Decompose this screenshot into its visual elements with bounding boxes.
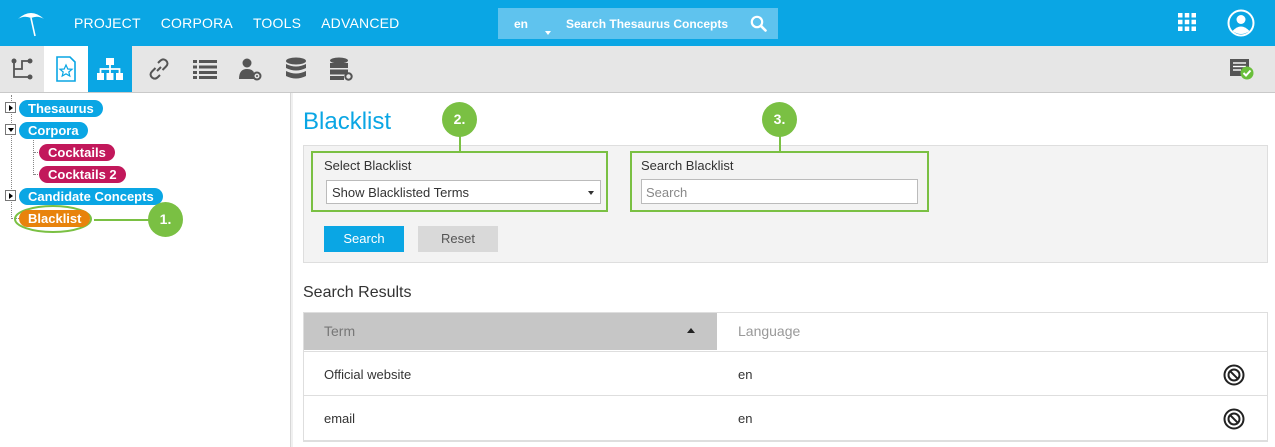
status-check-icon — [1230, 59, 1254, 80]
tree-icon — [97, 58, 123, 80]
page-title: Blacklist — [303, 108, 392, 135]
cell-term: email — [324, 411, 356, 426]
apps-grid-icon[interactable] — [1178, 13, 1196, 31]
language-select[interactable]: en — [498, 16, 551, 35]
sort-ascending-icon — [687, 328, 695, 333]
search-blacklist-input[interactable]: Search — [641, 179, 918, 204]
tree-node-blacklist[interactable]: Blacklist — [19, 210, 91, 227]
tree-node-cocktails-2[interactable]: Cocktails 2 — [39, 166, 126, 183]
user-avatar-icon[interactable] — [1227, 9, 1255, 37]
view-toolbar — [0, 46, 1275, 93]
thesaurus-search-input[interactable]: Search Thesaurus Concepts — [566, 17, 728, 31]
cell-language: en — [738, 367, 753, 382]
panel-splitter[interactable] — [290, 93, 293, 447]
concept-scheme-button[interactable] — [44, 46, 88, 92]
tree-node-thesaurus[interactable]: Thesaurus — [19, 100, 103, 117]
expand-toggle-icon[interactable] — [5, 190, 16, 201]
menu-corpora[interactable]: CORPORA — [161, 15, 233, 31]
select-blacklist-label: Select Blacklist — [324, 158, 412, 173]
reset-button[interactable]: Reset — [418, 226, 498, 252]
blacklist-select-value: Show Blacklisted Terms — [332, 185, 470, 200]
search-results-heading: Search Results — [303, 284, 412, 301]
top-navigation-bar: PROJECT CORPORA TOOLS ADVANCED en Search… — [0, 0, 1275, 46]
column-term-label: Term — [324, 323, 356, 339]
column-header-language[interactable]: Language — [717, 312, 1268, 350]
umbrella-logo-icon[interactable] — [16, 9, 46, 37]
callout-badge-1: 1. — [148, 202, 183, 237]
tree-node-cocktails[interactable]: Cocktails — [39, 144, 115, 161]
cell-term: Official website — [324, 367, 412, 382]
expand-toggle-icon[interactable] — [5, 102, 16, 113]
menu-tools[interactable]: TOOLS — [253, 15, 301, 31]
search-blacklist-label: Search Blacklist — [641, 158, 734, 173]
collapse-toggle-icon[interactable] — [5, 124, 16, 135]
menu-project[interactable]: PROJECT — [74, 15, 141, 31]
link-icon — [149, 58, 169, 80]
results-table-header: Term Language — [303, 312, 1268, 350]
linking-button[interactable] — [137, 46, 181, 92]
chevron-down-icon — [588, 191, 594, 195]
menu-advanced[interactable]: ADVANCED — [321, 15, 399, 31]
search-icon[interactable] — [750, 15, 767, 32]
blacklist-select[interactable]: Show Blacklisted Terms — [326, 180, 601, 204]
scheme-star-icon — [56, 56, 76, 82]
column-header-term[interactable]: Term — [303, 312, 717, 350]
list-icon — [193, 60, 217, 79]
user-settings-button[interactable] — [228, 46, 272, 92]
table-row: Official website en — [303, 351, 1268, 396]
callout-connector — [94, 219, 150, 221]
cell-language: en — [738, 411, 753, 426]
user-settings-icon — [239, 58, 262, 81]
tree-guide-line — [33, 137, 34, 175]
list-view-button[interactable] — [183, 46, 227, 92]
callout-badge-2: 2. — [442, 102, 477, 137]
thesaurus-search: en Search Thesaurus Concepts — [498, 8, 778, 39]
hierarchy-icon — [11, 58, 33, 80]
tree-node-candidate-concepts[interactable]: Candidate Concepts — [19, 188, 163, 205]
language-value: en — [514, 16, 529, 31]
column-language-label: Language — [738, 323, 801, 339]
table-row: email en — [303, 396, 1268, 441]
database-icon — [286, 57, 306, 79]
tree-node-corpora[interactable]: Corpora — [19, 122, 88, 139]
server-settings-icon — [330, 57, 353, 81]
callout-badge-3: 3. — [762, 102, 797, 137]
main-menu: PROJECT CORPORA TOOLS ADVANCED — [74, 0, 420, 46]
status-button[interactable] — [1220, 46, 1264, 92]
remove-from-blacklist-icon[interactable] — [1223, 408, 1245, 430]
database-button[interactable] — [274, 46, 318, 92]
remove-from-blacklist-icon[interactable] — [1223, 364, 1245, 386]
server-settings-button[interactable] — [319, 46, 363, 92]
chevron-down-icon — [545, 30, 551, 35]
hierarchy-view-button[interactable] — [0, 46, 44, 92]
tree-view-button[interactable] — [88, 46, 132, 92]
concept-tree: Thesaurus Corpora Cocktails Cocktails 2 … — [0, 93, 290, 447]
search-button[interactable]: Search — [324, 226, 404, 252]
